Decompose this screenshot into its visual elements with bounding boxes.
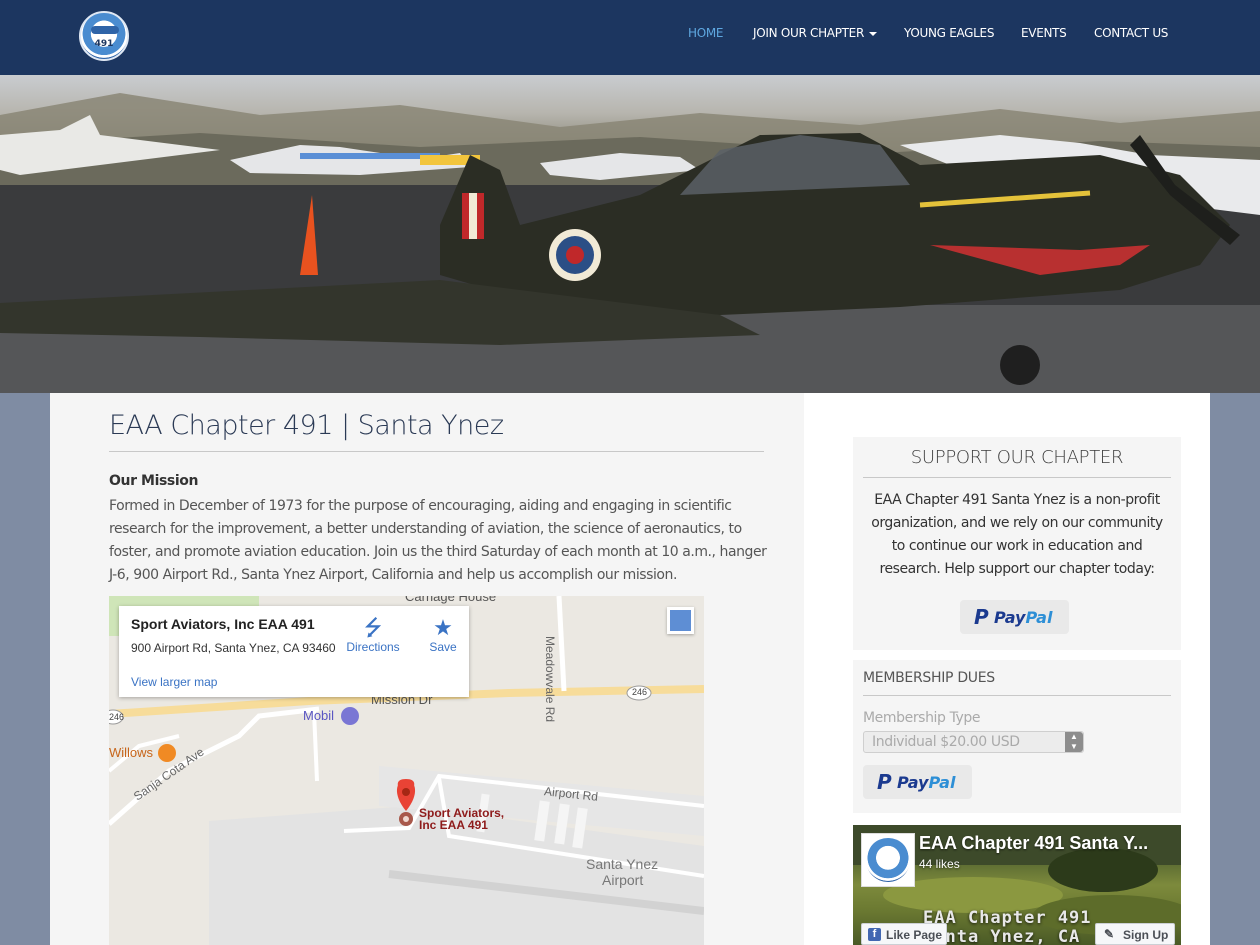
map-label-carriage-house: Carriage House <box>405 596 497 604</box>
nav-young-eagles[interactable]: YOUNG EAGLES <box>904 26 994 40</box>
map-info-card: Sport Aviators, Inc EAA 491 900 Airport … <box>119 606 469 697</box>
sidebar: SUPPORT OUR CHAPTER EAA Chapter 491 Sant… <box>804 393 1210 945</box>
map-label-airport-name-2: Airport <box>602 872 644 888</box>
membership-box: MEMBERSHIP DUES Membership Type Individu… <box>853 660 1181 813</box>
map-label-airport-name-1: Santa Ynez <box>586 856 659 872</box>
facebook-page-avatar[interactable] <box>861 833 915 887</box>
main-content: EAA Chapter 491 | Santa Ynez Our Mission… <box>50 393 804 945</box>
map-label-route-246: 246 <box>632 687 648 697</box>
top-navbar: 491 HOME JOIN OUR CHAPTER YOUNG EAGLES E… <box>0 0 1260 75</box>
map-label-route-246-west: 246 <box>109 712 125 722</box>
cover-line-2: Santa Ynez, CA <box>923 927 1081 945</box>
directions-icon: ⭍ <box>363 615 383 640</box>
map-label-willows[interactable]: Willows <box>109 745 153 760</box>
street-view-pegman-icon[interactable] <box>667 607 694 634</box>
mission-text: Formed in December of 1973 for the purpo… <box>109 498 767 583</box>
paypal-logo-icon: P <box>974 605 989 629</box>
facebook-cover-text: EAA Chapter 491 Santa Ynez, CA <box>923 909 1092 945</box>
support-title: SUPPORT OUR CHAPTER <box>863 447 1171 478</box>
nav-join-label: JOIN OUR CHAPTER <box>753 26 864 40</box>
view-larger-map-link[interactable]: View larger map <box>131 675 217 689</box>
map-label-mobil[interactable]: Mobil <box>303 708 334 723</box>
pencil-icon: ✎ <box>1104 927 1115 941</box>
support-text: EAA Chapter 491 Santa Ynez is a non-prof… <box>871 492 1163 577</box>
like-page-label: Like Page <box>886 928 943 942</box>
nav-contact-us[interactable]: CONTACT US <box>1094 26 1168 40</box>
map-label-meadowvale: Meadowvale Rd <box>543 636 557 723</box>
directions-button[interactable]: ⭍ Directions <box>343 615 403 655</box>
cover-line-1: EAA Chapter 491 <box>923 908 1092 928</box>
nav-home[interactable]: HOME <box>688 26 724 40</box>
facebook-icon: f <box>868 928 881 941</box>
directions-label: Directions <box>346 640 400 654</box>
facebook-likes-count: 44 likes <box>919 857 960 871</box>
save-button[interactable]: ★ Save <box>413 615 473 655</box>
paypal-pal: Pal <box>1025 608 1053 627</box>
select-arrows-icon: ▲ ▼ <box>1065 732 1083 752</box>
chevron-down-icon <box>869 31 877 36</box>
donate-paypal-button[interactable]: P PayPal <box>960 600 1069 634</box>
logo-plane-icon <box>91 26 119 34</box>
facebook-sign-up-button[interactable]: ✎ Sign Up <box>1095 923 1175 945</box>
save-label: Save <box>429 640 457 654</box>
google-map[interactable]: Carriage House Meadowvale Rd Mission Dr … <box>109 596 704 945</box>
place-name: Sport Aviators, Inc EAA 491 <box>131 616 315 632</box>
membership-type-label: Membership Type <box>863 710 981 726</box>
facebook-page-widget[interactable]: EAA Chapter 491 Santa Y... 44 likes EAA … <box>853 825 1181 945</box>
logo-number: 491 <box>94 39 114 49</box>
facebook-like-page-button[interactable]: f Like Page <box>861 923 947 945</box>
membership-type-value: Individual $20.00 USD <box>872 734 1020 750</box>
hero-airplane-image <box>0 75 1260 393</box>
nav-events[interactable]: EVENTS <box>1021 26 1067 40</box>
mission-heading: Our Mission <box>109 473 199 489</box>
membership-type-select[interactable]: Individual $20.00 USD ▲ ▼ <box>863 731 1084 753</box>
membership-paypal-button[interactable]: P PayPal <box>863 765 972 799</box>
paypal-logo-icon: P <box>877 770 892 794</box>
map-pin-label-line2: Inc EAA 491 <box>419 818 488 832</box>
membership-title: MEMBERSHIP DUES <box>863 670 1171 696</box>
paypal-pay: Pay <box>897 773 929 792</box>
map-pin-label: Sport Aviators, Inc EAA 491 <box>419 807 504 831</box>
star-icon: ★ <box>433 615 453 640</box>
paypal-pay: Pay <box>994 608 1026 627</box>
chapter-logo[interactable]: 491 <box>79 11 129 61</box>
page-title: EAA Chapter 491 | Santa Ynez <box>109 410 764 452</box>
place-address: 900 Airport Rd, Santa Ynez, CA 93460 <box>131 641 336 655</box>
sign-up-label: Sign Up <box>1123 928 1169 942</box>
nav-join-our-chapter[interactable]: JOIN OUR CHAPTER <box>753 26 877 40</box>
paypal-pal: Pal <box>928 773 956 792</box>
facebook-page-name[interactable]: EAA Chapter 491 Santa Y... <box>919 833 1148 854</box>
support-box: SUPPORT OUR CHAPTER EAA Chapter 491 Sant… <box>853 437 1181 650</box>
